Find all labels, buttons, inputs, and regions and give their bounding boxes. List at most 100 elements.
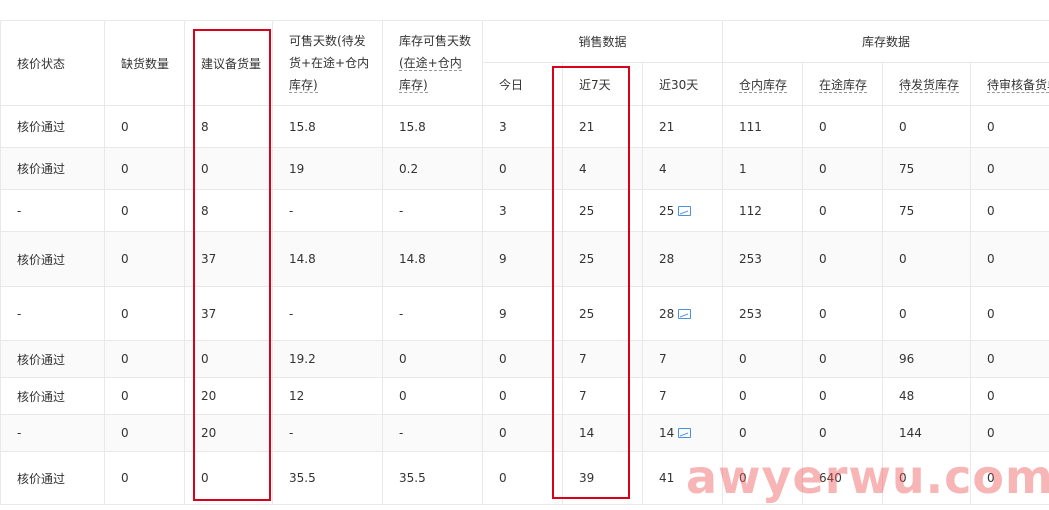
cell-inventory-sellable-days-value: - [399,203,404,218]
cell-price-status: 核价通过 [0,377,105,415]
cell-suggested-stock-value: 20 [201,389,217,403]
cell-shortage-qty: 0 [104,231,185,287]
cell-suggested-stock: 20 [184,414,273,452]
cell-sales-today: 9 [482,286,563,341]
cell-sellable-days: 35.5 [272,451,383,505]
cell-price-status-value: 核价通过 [17,389,66,404]
cell-sales-30-days-value: 7 [659,389,667,403]
trend-chart-icon[interactable] [678,428,692,438]
trend-chart-icon[interactable] [678,308,692,319]
cell-in-transit-stock: 0 [802,147,884,190]
cell-warehouse-stock-value: 253 [739,252,762,266]
cell-sales-7-days: 7 [562,340,643,378]
cell-shortage-qty: 0 [104,105,185,148]
header-today: 今日 [482,62,563,106]
cell-sales-today-value: 0 [499,389,507,403]
cell-pending-review-order-value: 0 [987,471,995,485]
cell-price-status-value: - [17,426,22,440]
cell-pending-ship-stock-value: 96 [899,352,915,366]
cell-sales-7-days-value: 4 [579,161,587,176]
cell-inventory-sellable-days: 35.5 [382,451,483,505]
cell-inventory-sellable-days: - [382,286,483,341]
cell-shortage-qty-value: 0 [121,306,129,321]
cell-shortage-qty-value: 0 [121,352,129,366]
header-sellable-days-line2: 货+在途+仓内 [289,56,370,70]
cell-sales-today-value: 9 [499,306,507,321]
cell-warehouse-stock-value: 112 [739,203,762,218]
header-sellable-days-line3: 库存) [289,78,318,93]
cell-pending-ship-stock: 96 [882,340,972,378]
cell-sales-today-value: 0 [499,352,507,366]
cell-warehouse-stock: 0 [722,451,804,505]
cell-suggested-stock-value: 37 [201,306,217,321]
cell-sales-7-days-value: 25 [579,203,595,218]
table-row: 核价通过 0 20 12 0 0 7 7 0 0 48 0 [0,377,1049,415]
cell-warehouse-stock: 0 [722,414,804,452]
cell-price-status: - [0,189,105,232]
header-inventory-days-line1: 库存可售天数 [399,34,472,48]
cell-sales-7-days-value: 21 [579,119,595,134]
cell-sales-today: 0 [482,340,563,378]
cell-pending-ship-stock: 0 [882,105,972,148]
cell-in-transit-stock-value: 0 [819,203,827,218]
cell-price-status: 核价通过 [0,340,105,378]
cell-pending-ship-stock-value: 0 [899,119,907,134]
header-suggested-stock: 建议备货量 [184,20,273,106]
cell-in-transit-stock-value: 0 [819,252,827,266]
table-row: 核价通过 0 0 19 0.2 0 4 4 1 0 75 0 [0,147,1049,190]
cell-shortage-qty-value: 0 [121,471,129,485]
cell-sales-today: 0 [482,451,563,505]
cell-in-transit-stock-value: 0 [819,352,827,366]
cell-inventory-sellable-days: - [382,414,483,452]
cell-warehouse-stock-value: 111 [739,119,762,134]
cell-in-transit-stock: 640 [802,451,884,505]
cell-suggested-stock: 8 [184,189,273,232]
cell-shortage-qty: 0 [104,189,185,232]
cell-sales-30-days-value: 14 [659,426,675,440]
cell-in-transit-stock: 0 [802,377,884,415]
cell-sales-today: 0 [482,377,563,415]
cell-price-status-value: 核价通过 [17,252,66,267]
cell-sales-7-days-value: 25 [579,306,595,321]
cell-sellable-days: - [272,189,383,232]
cell-pending-ship-stock-value: 0 [899,306,907,321]
cell-warehouse-stock-value: 253 [739,306,762,321]
cell-sellable-days-value: - [289,203,294,218]
cell-suggested-stock: 20 [184,377,273,415]
cell-inventory-sellable-days-value: 0 [399,352,407,366]
cell-suggested-stock: 37 [184,231,273,287]
cell-suggested-stock: 8 [184,105,273,148]
cell-suggested-stock-value: 8 [201,203,209,218]
cell-pending-review-order: 0 [970,340,1049,378]
cell-warehouse-stock: 112 [722,189,804,232]
header-pending-ship-stock[interactable]: 待发货库存 [882,62,972,106]
cell-price-status-value: - [17,306,22,321]
table-row: 核价通过 0 37 14.8 14.8 9 25 28 253 0 0 0 [0,231,1049,287]
cell-suggested-stock: 37 [184,286,273,341]
cell-pending-review-order: 0 [970,147,1049,190]
header-warehouse-stock[interactable]: 仓内库存 [722,62,804,106]
cell-inventory-sellable-days-value: 0.2 [399,161,419,176]
cell-sales-7-days: 21 [562,105,643,148]
cell-in-transit-stock-value: 0 [819,389,827,403]
cell-suggested-stock-value: 0 [201,471,209,485]
cell-sales-30-days: 41 [641,451,724,505]
header-price-status: 核价状态 [0,20,105,106]
cell-sales-30-days-value: 7 [659,352,667,366]
cell-price-status: - [0,286,105,341]
cell-sales-30-days-value: 41 [659,471,675,485]
cell-sales-today: 9 [482,231,563,287]
cell-pending-review-order: 0 [970,286,1049,341]
cell-pending-review-order: 0 [970,451,1049,505]
header-sellable-days[interactable]: 可售天数(待发 货+在途+仓内 库存) [272,20,383,106]
trend-chart-icon[interactable] [678,205,692,216]
header-in-transit-stock[interactable]: 在途库存 [802,62,884,106]
cell-sales-today-value: 3 [499,119,507,134]
header-inventory-sellable-days[interactable]: 库存可售天数 (在途+仓内 库存) [382,20,483,106]
cell-inventory-sellable-days: 0 [382,340,483,378]
header-inventory-days-line2: (在途+仓内 [399,56,462,71]
header-pending-review-order[interactable]: 待审核备货单 [970,62,1049,106]
cell-in-transit-stock-value: 0 [819,306,827,321]
cell-warehouse-stock: 1 [722,147,804,190]
cell-sellable-days-value: 14.8 [289,252,316,266]
